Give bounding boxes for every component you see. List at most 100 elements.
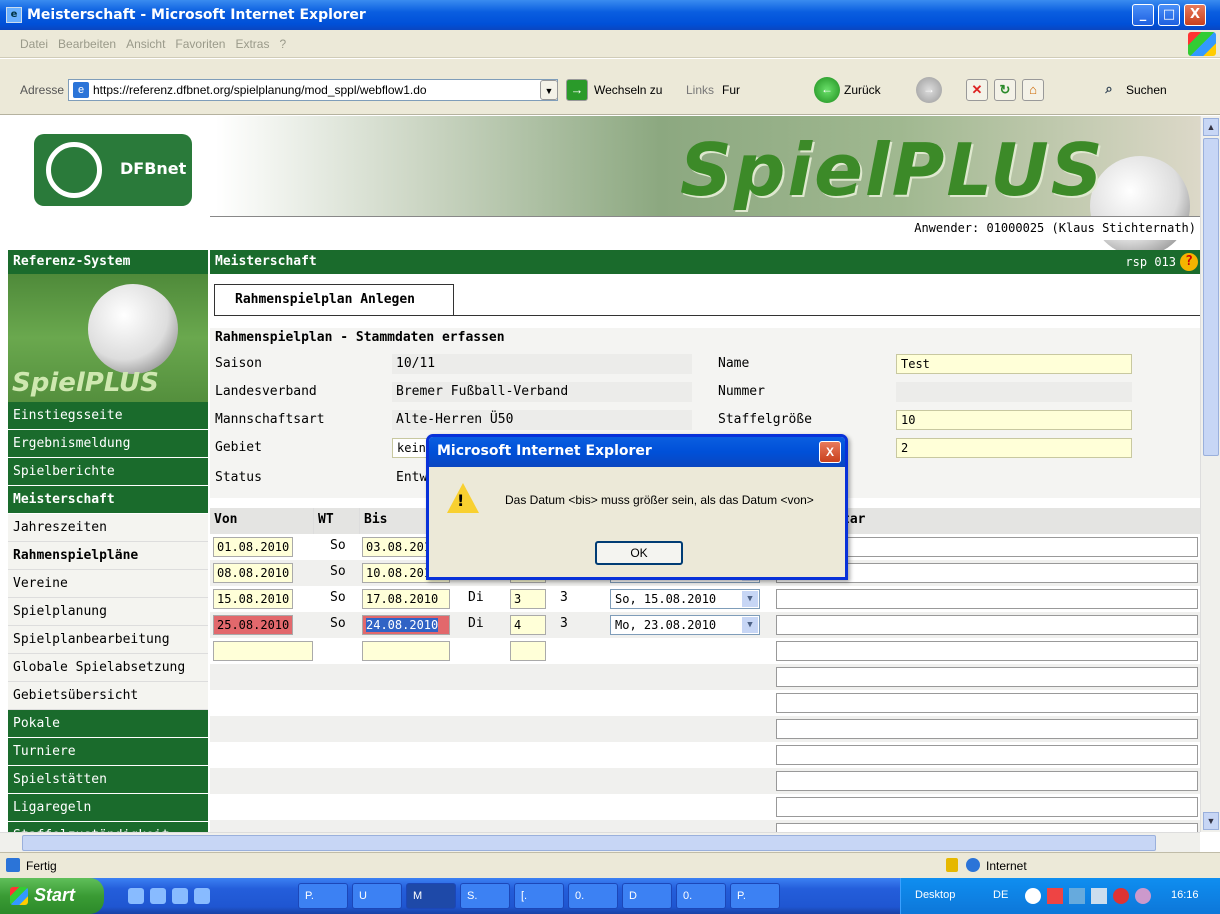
- bemerkung-input[interactable]: [776, 693, 1198, 713]
- sidebar-item[interactable]: Einstiegsseite: [8, 402, 208, 430]
- sidebar-item[interactable]: Ergebnismeldung: [8, 430, 208, 458]
- von-input[interactable]: 15.08.2010: [213, 589, 293, 609]
- nummer-input[interactable]: 3: [510, 589, 546, 609]
- dialog-close-button[interactable]: X: [819, 441, 841, 463]
- close-button[interactable]: X: [1184, 4, 1206, 26]
- search-icon[interactable]: ⌕: [1098, 79, 1120, 101]
- minimize-button[interactable]: _: [1132, 4, 1154, 26]
- links-fur[interactable]: Fur: [722, 83, 740, 97]
- go-arrow-icon[interactable]: →: [566, 79, 588, 101]
- bis-input[interactable]: 17.08.2010: [362, 589, 450, 609]
- sidebar-item[interactable]: Spielstätten: [8, 766, 208, 794]
- bis-input-new[interactable]: [362, 641, 450, 661]
- von-input-new[interactable]: [213, 641, 313, 661]
- staffelgroesse-label: Staffelgröße: [718, 412, 812, 427]
- quick-ie2-icon[interactable]: [172, 888, 188, 904]
- taskbar-button[interactable]: M: [406, 883, 456, 909]
- von-input[interactable]: 08.08.2010: [213, 563, 293, 583]
- bemerkung-input[interactable]: [776, 771, 1198, 791]
- bemerkung-input[interactable]: [776, 797, 1198, 817]
- tray-security-icon[interactable]: [1113, 888, 1129, 904]
- sidebar-item[interactable]: Turniere: [8, 738, 208, 766]
- horizontal-scrollbar[interactable]: [0, 832, 1200, 852]
- start-button[interactable]: Start: [0, 878, 104, 914]
- menu-help[interactable]: ?: [279, 37, 286, 51]
- menu-extras[interactable]: Extras: [235, 37, 269, 51]
- horizontal-scroll-thumb[interactable]: [22, 835, 1156, 851]
- von-input[interactable]: 25.08.2010: [213, 615, 293, 635]
- desktop-toolbar[interactable]: Desktop: [915, 889, 955, 901]
- search-button[interactable]: Suchen: [1126, 83, 1167, 97]
- sidebar-item[interactable]: Globale Spielabsetzung: [8, 654, 208, 682]
- back-button[interactable]: Zurück: [844, 83, 881, 97]
- go-button[interactable]: Wechseln zu: [594, 83, 662, 97]
- second-value-input[interactable]: 2: [896, 438, 1132, 458]
- sidebar-item[interactable]: Spielberichte: [8, 458, 208, 486]
- staffelgroesse-input[interactable]: 10: [896, 410, 1132, 430]
- sidebar-item[interactable]: Spielplanung: [8, 598, 208, 626]
- home-icon[interactable]: ⌂: [1022, 79, 1044, 101]
- vertical-scrollbar[interactable]: ▲ ▼: [1200, 116, 1220, 832]
- vertical-scroll-thumb[interactable]: [1203, 138, 1219, 456]
- taskbar-button[interactable]: 0.: [676, 883, 726, 909]
- menu-datei[interactable]: Datei: [20, 37, 48, 51]
- sidebar-item[interactable]: Vereine: [8, 570, 208, 598]
- taskbar-button[interactable]: S.: [460, 883, 510, 909]
- bemerkung-input[interactable]: [776, 719, 1198, 739]
- menu-ansicht[interactable]: Ansicht: [126, 37, 165, 51]
- refresh-icon[interactable]: ↻: [994, 79, 1016, 101]
- taskbar-button[interactable]: P.: [298, 883, 348, 909]
- tray-app-icon[interactable]: [1047, 888, 1063, 904]
- bemerkung-input[interactable]: [776, 667, 1198, 687]
- help-icon[interactable]: ?: [1180, 253, 1198, 271]
- back-icon[interactable]: ←: [814, 77, 840, 103]
- forward-icon[interactable]: →: [916, 77, 942, 103]
- sidebar-item[interactable]: Meisterschaft: [8, 486, 208, 514]
- bemerkung-input[interactable]: [776, 745, 1198, 765]
- spieltag-select[interactable]: Mo, 23.08.2010 ▼: [610, 615, 760, 635]
- language-indicator[interactable]: DE: [993, 889, 1008, 901]
- tray-network-icon[interactable]: [1135, 888, 1151, 904]
- spieltag-select[interactable]: So, 15.08.2010 ▼: [610, 589, 760, 609]
- menu-favoriten[interactable]: Favoriten: [175, 37, 225, 51]
- quick-outlook-icon[interactable]: [150, 888, 166, 904]
- name-input[interactable]: Test: [896, 354, 1132, 374]
- taskbar-button[interactable]: U: [352, 883, 402, 909]
- taskbar-button[interactable]: P.: [730, 883, 780, 909]
- sidebar-item[interactable]: Jahreszeiten: [8, 514, 208, 542]
- bis-input[interactable]: 24.08.2010: [362, 615, 450, 635]
- maximize-button[interactable]: □: [1158, 4, 1180, 26]
- tab-rahmenspielplan-anlegen[interactable]: Rahmenspielplan Anlegen: [214, 284, 454, 316]
- von-input[interactable]: 01.08.2010: [213, 537, 293, 557]
- stop-icon[interactable]: ✕: [966, 79, 988, 101]
- ok-button[interactable]: OK: [595, 541, 683, 565]
- address-input[interactable]: https://referenz.dfbnet.org/spielplanung…: [68, 79, 558, 101]
- bemerkung-input[interactable]: [776, 615, 1198, 635]
- tray-window-icon[interactable]: [1069, 888, 1085, 904]
- address-dropdown-icon[interactable]: ▼: [540, 80, 558, 100]
- nummer-input[interactable]: 4: [510, 615, 546, 635]
- sidebar-item[interactable]: Ligaregeln: [8, 794, 208, 822]
- menu-bearbeiten[interactable]: Bearbeiten: [58, 37, 116, 51]
- scroll-down-icon[interactable]: ▼: [1203, 812, 1219, 830]
- sidebar-item[interactable]: Gebietsübersicht: [8, 682, 208, 710]
- chevron-down-icon[interactable]: ▼: [742, 617, 758, 633]
- back-tray-icon[interactable]: [1025, 888, 1041, 904]
- sidebar-item[interactable]: Spielplanbearbeitung: [8, 626, 208, 654]
- sidebar-item[interactable]: Staffelzuständigkeit: [8, 822, 208, 832]
- bemerkung-input[interactable]: [776, 589, 1198, 609]
- taskbar-button[interactable]: 0.: [568, 883, 618, 909]
- taskbar-button[interactable]: D: [622, 883, 672, 909]
- bemerkung-input[interactable]: [776, 823, 1198, 832]
- status-text: Fertig: [26, 859, 57, 873]
- sidebar-item[interactable]: Rahmenspielpläne: [8, 542, 208, 570]
- sidebar-item[interactable]: Pokale: [8, 710, 208, 738]
- chevron-down-icon[interactable]: ▼: [742, 591, 758, 607]
- quick-desktop-icon[interactable]: [194, 888, 210, 904]
- tray-doc-icon[interactable]: [1091, 888, 1107, 904]
- bemerkung-input[interactable]: [776, 641, 1198, 661]
- quick-ie-icon[interactable]: [128, 888, 144, 904]
- taskbar-button[interactable]: [.: [514, 883, 564, 909]
- nummer-input-new[interactable]: [510, 641, 546, 661]
- scroll-up-icon[interactable]: ▲: [1203, 118, 1219, 136]
